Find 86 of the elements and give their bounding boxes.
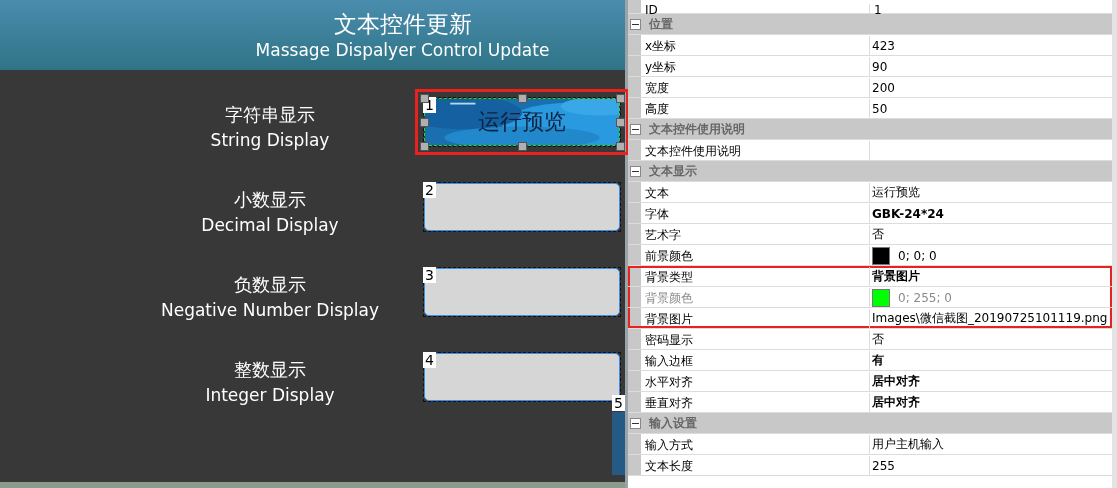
property-value[interactable]: 0; 0; 0 xyxy=(898,248,937,263)
property-name: 前景颜色 xyxy=(641,245,870,266)
property-value[interactable]: 运行预览 xyxy=(872,184,920,201)
row-label-english: String Display xyxy=(210,129,330,152)
property-row[interactable]: 文本 运行预览 xyxy=(628,182,1112,203)
resize-handle[interactable] xyxy=(616,118,625,127)
property-row[interactable]: 背景图片 Images\微信截图_20190725101119.png xyxy=(628,308,1112,329)
category-header[interactable]: 文本控件使用说明 xyxy=(628,119,1112,140)
category-header[interactable]: 输入设置 xyxy=(628,413,1112,434)
control-number: 4 xyxy=(423,352,436,368)
property-row[interactable]: 宽度 200 xyxy=(628,77,1112,98)
resize-handle[interactable] xyxy=(616,94,625,103)
collapse-icon[interactable] xyxy=(630,165,641,177)
property-row[interactable]: 背景类型 背景图片 xyxy=(628,266,1112,287)
collapse-icon[interactable] xyxy=(630,417,641,429)
property-value[interactable]: 200 xyxy=(872,80,895,95)
property-row[interactable]: x坐标 423 xyxy=(628,35,1112,56)
property-name: 文本 xyxy=(641,182,870,203)
property-row[interactable]: 输入方式 用户主机输入 xyxy=(628,434,1112,455)
property-name: 字体 xyxy=(641,203,870,224)
category-title: 文本控件使用说明 xyxy=(649,120,745,138)
collapse-icon[interactable] xyxy=(630,123,641,135)
property-row[interactable]: 前景颜色 0; 0; 0 xyxy=(628,245,1112,266)
control-text: 运行预览 xyxy=(478,108,566,136)
category-title: 文本显示 xyxy=(649,162,697,180)
page-subtitle: Massage Dispalyer Control Update xyxy=(255,39,550,61)
row-label-english: Negative Number Display xyxy=(160,299,380,322)
property-value[interactable]: 否 xyxy=(872,331,884,348)
category-title: 输入设置 xyxy=(649,414,697,432)
property-value[interactable]: 用户主机输入 xyxy=(872,436,944,453)
row-label-english: Decimal Display xyxy=(201,214,339,237)
category-title: 位置 xyxy=(649,15,673,33)
property-row[interactable]: 文本长度 255 xyxy=(628,455,1112,476)
row-label: 字符串显示 xyxy=(225,103,315,127)
control-number: 3 xyxy=(423,267,436,283)
property-name: 密码显示 xyxy=(641,329,870,350)
property-name: 背景图片 xyxy=(641,308,870,329)
resize-handle[interactable] xyxy=(420,142,429,151)
property-name: 输入方式 xyxy=(641,434,870,455)
text-control[interactable] xyxy=(424,183,620,231)
property-row[interactable]: y坐标 90 xyxy=(628,56,1112,77)
property-value[interactable]: 背景图片 xyxy=(872,268,920,285)
row-label: 整数显示 xyxy=(234,358,306,382)
property-name: 艺术字 xyxy=(641,224,870,245)
property-name: 水平对齐 xyxy=(641,371,870,392)
property-name: 背景类型 xyxy=(641,266,870,287)
property-name: 文本控件使用说明 xyxy=(641,140,870,161)
property-name: 高度 xyxy=(641,98,870,119)
property-name: 文本长度 xyxy=(641,455,870,476)
row-label: 负数显示 xyxy=(234,273,306,297)
property-row[interactable]: 输入边框 有 xyxy=(628,350,1112,371)
property-row[interactable]: 艺术字 否 xyxy=(628,224,1112,245)
category-header[interactable]: 位置 xyxy=(628,14,1112,35)
property-value[interactable]: 423 xyxy=(872,38,895,53)
resize-handle[interactable] xyxy=(518,142,527,151)
property-value[interactable]: 1 xyxy=(870,4,1112,17)
property-row[interactable]: 字体 GBK-24*24 xyxy=(628,203,1112,224)
property-name: x坐标 xyxy=(641,35,870,56)
color-swatch[interactable] xyxy=(872,246,890,265)
property-name: 垂直对齐 xyxy=(641,392,870,413)
resize-handle[interactable] xyxy=(518,94,527,103)
property-value[interactable]: Images\微信截图_20190725101119.png xyxy=(872,310,1108,327)
property-value[interactable]: GBK-24*24 xyxy=(872,206,944,221)
property-value[interactable]: 否 xyxy=(872,226,884,243)
row-label-english: Integer Display xyxy=(205,384,335,407)
control-number: 5 xyxy=(612,395,625,411)
category-header[interactable]: 文本显示 xyxy=(628,161,1112,182)
property-row[interactable]: 密码显示 否 xyxy=(628,329,1112,350)
resize-handle[interactable] xyxy=(616,142,625,151)
property-name: 输入边框 xyxy=(641,350,870,371)
page-title: 文本控件更新 xyxy=(333,10,472,39)
property-value[interactable]: 255 xyxy=(872,458,895,473)
property-name: 背景颜色 xyxy=(641,287,870,308)
row-label: 小数显示 xyxy=(234,188,306,212)
property-value[interactable]: 90 xyxy=(872,59,888,74)
property-value[interactable]: 有 xyxy=(872,352,884,369)
collapse-icon[interactable] xyxy=(630,18,641,30)
text-control[interactable] xyxy=(424,268,620,316)
property-value[interactable]: 居中对齐 xyxy=(872,373,920,390)
property-row[interactable]: 水平对齐 居中对齐 xyxy=(628,371,1112,392)
property-name: 宽度 xyxy=(641,77,870,98)
control-number: 2 xyxy=(423,182,436,198)
resize-handle[interactable] xyxy=(420,118,429,127)
property-value[interactable]: 居中对齐 xyxy=(872,394,920,411)
property-name: y坐标 xyxy=(641,56,870,77)
property-value[interactable]: 50 xyxy=(872,101,888,116)
